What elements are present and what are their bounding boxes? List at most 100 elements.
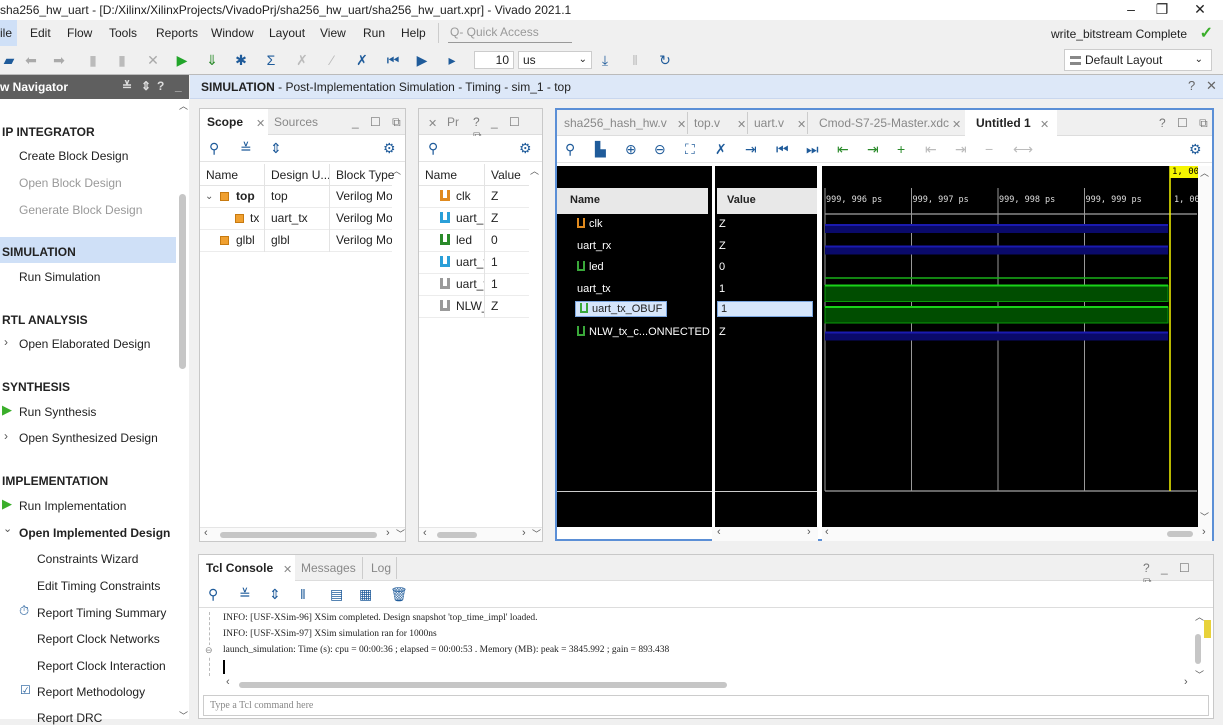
object-row[interactable]: NLW_ Z — [419, 296, 529, 318]
scrollbar-thumb[interactable] — [239, 682, 727, 688]
wave-signal-name[interactable]: uart_tx_OBUF — [575, 301, 668, 317]
menu-file[interactable]: ile — [0, 20, 17, 46]
object-row[interactable]: uart_t 1 — [419, 252, 529, 274]
report-methodology[interactable]: Report Methodology — [37, 685, 145, 699]
save-icon[interactable]: ▙ — [595, 141, 606, 158]
wave-signal-name[interactable]: led — [577, 261, 604, 273]
quick-access-input[interactable]: Q- Quick Access — [448, 21, 572, 43]
column-block-type[interactable]: Block Type — [336, 168, 394, 182]
close-tab-icon[interactable]: ✕ — [737, 118, 746, 131]
scroll-left-icon[interactable]: ‹ — [717, 526, 721, 538]
objects-hscrollbar[interactable]: ‹ › ﹀ — [419, 527, 542, 541]
gear-icon[interactable]: ⚙ — [519, 140, 532, 157]
menu-edit[interactable]: Edit — [30, 26, 51, 40]
generate-block-design[interactable]: Generate Block Design — [19, 203, 142, 217]
pause-icon[interactable]: ‖ — [300, 586, 306, 602]
zoom-to-cursor-icon[interactable]: ✗ — [715, 141, 727, 158]
minimize-icon[interactable]: _ — [175, 79, 182, 93]
run-synthesis[interactable]: Run Synthesis — [19, 405, 96, 419]
menu-help[interactable]: Help — [401, 26, 426, 40]
menu-reports[interactable]: Reports — [156, 26, 198, 40]
column-name[interactable]: Name — [206, 168, 238, 182]
copy-icon[interactable]: ▮ — [84, 51, 102, 69]
scroll-left-icon[interactable]: ‹ — [204, 527, 208, 539]
search-icon[interactable]: ⚲ — [565, 141, 575, 158]
menu-window[interactable]: Window — [211, 26, 254, 40]
close-icon[interactable]: ✕ — [1206, 78, 1217, 94]
scroll-up-icon[interactable]: ︿ — [392, 164, 401, 177]
layout-select[interactable]: Default Layout ⌄ — [1064, 49, 1212, 71]
panel-window-controls[interactable]: _ ☐ ⧉ — [352, 115, 405, 130]
section-simulation[interactable]: SIMULATION — [2, 245, 76, 259]
scroll-right-icon[interactable]: › — [1202, 526, 1206, 538]
wave-signal-name[interactable]: clk — [577, 218, 602, 230]
scroll-down-icon[interactable]: ﹀ — [1195, 668, 1204, 681]
scrollbar-thumb[interactable] — [220, 532, 377, 538]
edit-timing-constraints[interactable]: Edit Timing Constraints — [37, 579, 160, 593]
go-to-cursor-icon[interactable]: ⇥ — [745, 141, 757, 158]
scrollbar-thumb[interactable] — [1195, 634, 1201, 664]
search-icon[interactable]: ⚲ — [428, 140, 438, 157]
tab-messages[interactable]: Messages — [301, 555, 356, 581]
wave-signal-name[interactable]: uart_rx — [577, 240, 611, 252]
relaunch-icon[interactable]: ↻ — [656, 51, 674, 69]
close-tab-icon[interactable]: ✕ — [677, 118, 686, 131]
wave-signal-name[interactable]: NLW_tx_c...ONNECTED — [577, 325, 710, 338]
tab-sources[interactable]: Sources — [274, 109, 318, 135]
wave-vscrollbar[interactable]: ︿ ﹀ — [1198, 166, 1212, 527]
wave-hscrollbar[interactable]: ‹ › — [822, 526, 1212, 541]
scope-row[interactable]: ⌄ top top Verilog Moc — [200, 186, 392, 208]
chevron-down-icon[interactable]: ⌄ — [205, 186, 213, 207]
run-for-input[interactable]: 10 — [474, 51, 514, 69]
scrollbar-thumb[interactable] — [179, 194, 186, 369]
open-elaborated-design[interactable]: Open Elaborated Design — [19, 337, 150, 351]
swap-cursors-icon[interactable]: ⟷ — [1013, 141, 1033, 158]
object-row[interactable]: clk Z — [419, 186, 529, 208]
close-tab-icon[interactable]: ✕ — [428, 117, 437, 130]
paste-icon[interactable]: ▮ — [113, 51, 131, 69]
program-device-icon[interactable]: ⇓ — [203, 51, 221, 69]
help-icon[interactable]: ? — [1188, 78, 1195, 93]
value-hscrollbar[interactable]: ‹ › — [712, 526, 818, 541]
value-column-header[interactable]: Value — [717, 188, 817, 214]
scrollbar-thumb[interactable] — [437, 532, 477, 538]
next-transition-icon[interactable]: ⇥ — [867, 141, 879, 158]
menu-view[interactable]: View — [320, 26, 346, 40]
settings-icon[interactable]: ✱ — [232, 51, 250, 69]
scrollbar-thumb[interactable] — [1167, 531, 1193, 537]
open-project-icon[interactable]: ▰ — [0, 51, 18, 69]
tab-sha256-hash-hw[interactable]: sha256_hash_hw.v — [564, 110, 667, 136]
panel-window-controls[interactable]: ? ☐ ⧉ — [1159, 116, 1212, 131]
expand-all-icon[interactable]: ⇕ — [269, 586, 281, 603]
expand-all-icon[interactable]: ⇕ — [141, 79, 151, 93]
disabled-tool-icon[interactable]: ✗ — [293, 51, 311, 69]
tab-xdc[interactable]: Cmod-S7-25-Master.xdc — [819, 110, 949, 136]
object-row[interactable]: uart_r Z — [419, 208, 529, 230]
report-timing-summary[interactable]: Report Timing Summary — [37, 606, 166, 620]
report-clock-interaction[interactable]: Report Clock Interaction — [37, 659, 166, 673]
menu-run[interactable]: Run — [363, 26, 385, 40]
open-synthesized-design[interactable]: Open Synthesized Design — [19, 431, 158, 445]
chevron-right-icon[interactable]: › — [4, 335, 8, 349]
splitter[interactable] — [190, 99, 198, 719]
scroll-right-icon[interactable]: › — [807, 526, 811, 538]
section-rtl-analysis[interactable]: RTL ANALYSIS — [2, 313, 88, 327]
next-marker-icon[interactable]: ⇥ — [955, 141, 967, 158]
zoom-in-icon[interactable]: ⊕ — [625, 141, 637, 158]
scope-row[interactable]: tx uart_tx Verilog Moc — [200, 208, 392, 230]
scroll-up-icon[interactable]: ︿ — [179, 99, 188, 112]
tab-uart-v[interactable]: uart.v — [754, 110, 784, 136]
scope-hscrollbar[interactable]: ‹ › ﹀ — [200, 527, 405, 541]
scroll-down-icon[interactable]: ﹀ — [179, 709, 188, 722]
section-synthesis[interactable]: SYNTHESIS — [2, 380, 70, 394]
collapse-all-icon[interactable]: ≚ — [239, 586, 251, 603]
column-value[interactable]: Value — [491, 168, 521, 182]
object-row[interactable]: uart_t 1 — [419, 274, 529, 296]
table-icon[interactable]: ▦ — [359, 586, 372, 603]
go-to-end-icon[interactable]: ⏭ — [806, 141, 819, 158]
run-implementation[interactable]: Run Implementation — [19, 499, 126, 513]
menu-tools[interactable]: Tools — [109, 26, 137, 40]
chevron-right-icon[interactable]: › — [4, 429, 8, 443]
waveform-canvas[interactable]: 999, 996 ps 999, 997 ps 999, 998 ps 999, 99… — [822, 166, 1212, 527]
section-implementation[interactable]: IMPLEMENTATION — [2, 474, 108, 488]
